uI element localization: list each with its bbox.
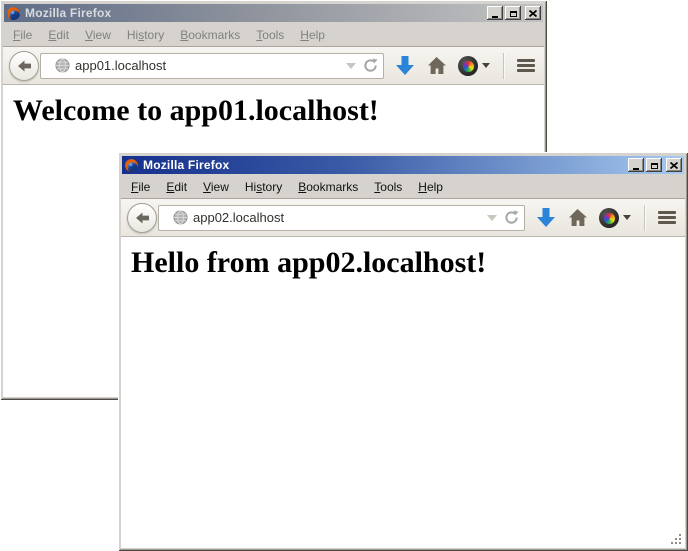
hamburger-menu-icon[interactable] xyxy=(658,211,676,224)
globe-icon xyxy=(55,58,70,73)
url-bar[interactable]: app01.localhost xyxy=(40,53,384,79)
titlebar[interactable]: Mozilla Firefox xyxy=(122,156,684,174)
back-arrow-icon xyxy=(135,212,150,224)
close-icon xyxy=(670,162,678,169)
url-dropdown-icon[interactable] xyxy=(487,215,497,221)
close-button[interactable] xyxy=(666,158,682,172)
resize-grip-icon[interactable] xyxy=(669,532,684,547)
minimize-icon xyxy=(633,168,639,170)
url-dropdown-icon[interactable] xyxy=(346,63,356,69)
extension-button[interactable] xyxy=(458,56,490,76)
minimize-icon xyxy=(492,16,498,18)
extension-caret-icon xyxy=(482,63,490,68)
firefox-icon xyxy=(6,6,21,21)
extension-caret-icon xyxy=(623,215,631,220)
menu-help[interactable]: Help xyxy=(300,28,325,42)
menu-tools[interactable]: Tools xyxy=(256,28,284,42)
hamburger-menu-icon[interactable] xyxy=(517,59,535,72)
maximize-icon xyxy=(651,163,658,169)
download-icon[interactable] xyxy=(395,55,415,76)
menu-file[interactable]: File xyxy=(131,180,150,194)
titlebar[interactable]: Mozilla Firefox xyxy=(4,4,543,22)
url-text[interactable]: app01.localhost xyxy=(75,58,341,73)
toolbar-separator xyxy=(644,205,645,231)
home-icon[interactable] xyxy=(567,208,588,227)
firefox-window-app02: Mozilla Firefox File Edit View History B… xyxy=(118,152,688,551)
color-wheel-icon xyxy=(599,208,619,228)
extension-button[interactable] xyxy=(599,208,631,228)
navigation-toolbar: app02.localhost xyxy=(121,198,685,237)
toolbar-separator xyxy=(503,53,504,79)
firefox-icon xyxy=(124,158,139,173)
window-controls xyxy=(487,6,541,20)
globe-icon xyxy=(173,210,188,225)
page-heading: Welcome to app01.localhost! xyxy=(13,94,544,128)
menu-bookmarks[interactable]: Bookmarks xyxy=(298,180,358,194)
menu-bar: File Edit View History Bookmarks Tools H… xyxy=(3,23,544,46)
reload-icon[interactable] xyxy=(363,58,378,73)
download-icon[interactable] xyxy=(536,207,556,228)
back-button[interactable] xyxy=(127,203,157,233)
menu-bar: File Edit View History Bookmarks Tools H… xyxy=(121,175,685,198)
menu-file[interactable]: File xyxy=(13,28,32,42)
window-title: Mozilla Firefox xyxy=(143,158,624,172)
menu-history[interactable]: History xyxy=(127,28,164,42)
maximize-button[interactable] xyxy=(646,158,662,172)
navigation-toolbar: app01.localhost xyxy=(3,46,544,85)
home-icon[interactable] xyxy=(426,56,447,75)
maximize-button[interactable] xyxy=(505,6,521,20)
page-heading: Hello from app02.localhost! xyxy=(131,246,685,280)
window-controls xyxy=(628,158,682,172)
menu-view[interactable]: View xyxy=(203,180,229,194)
url-text[interactable]: app02.localhost xyxy=(193,210,482,225)
menu-tools[interactable]: Tools xyxy=(374,180,402,194)
close-button[interactable] xyxy=(525,6,541,20)
page-content: Hello from app02.localhost! xyxy=(121,237,685,548)
menu-history[interactable]: History xyxy=(245,180,282,194)
menu-view[interactable]: View xyxy=(85,28,111,42)
menu-edit[interactable]: Edit xyxy=(166,180,187,194)
back-button[interactable] xyxy=(9,51,39,81)
back-arrow-icon xyxy=(17,60,32,72)
menu-help[interactable]: Help xyxy=(418,180,443,194)
maximize-icon xyxy=(510,11,517,17)
close-icon xyxy=(529,10,537,17)
minimize-button[interactable] xyxy=(487,6,503,20)
minimize-button[interactable] xyxy=(628,158,644,172)
reload-icon[interactable] xyxy=(504,210,519,225)
window-title: Mozilla Firefox xyxy=(25,6,483,20)
menu-bookmarks[interactable]: Bookmarks xyxy=(180,28,240,42)
color-wheel-icon xyxy=(458,56,478,76)
menu-edit[interactable]: Edit xyxy=(48,28,69,42)
url-bar[interactable]: app02.localhost xyxy=(158,205,525,231)
